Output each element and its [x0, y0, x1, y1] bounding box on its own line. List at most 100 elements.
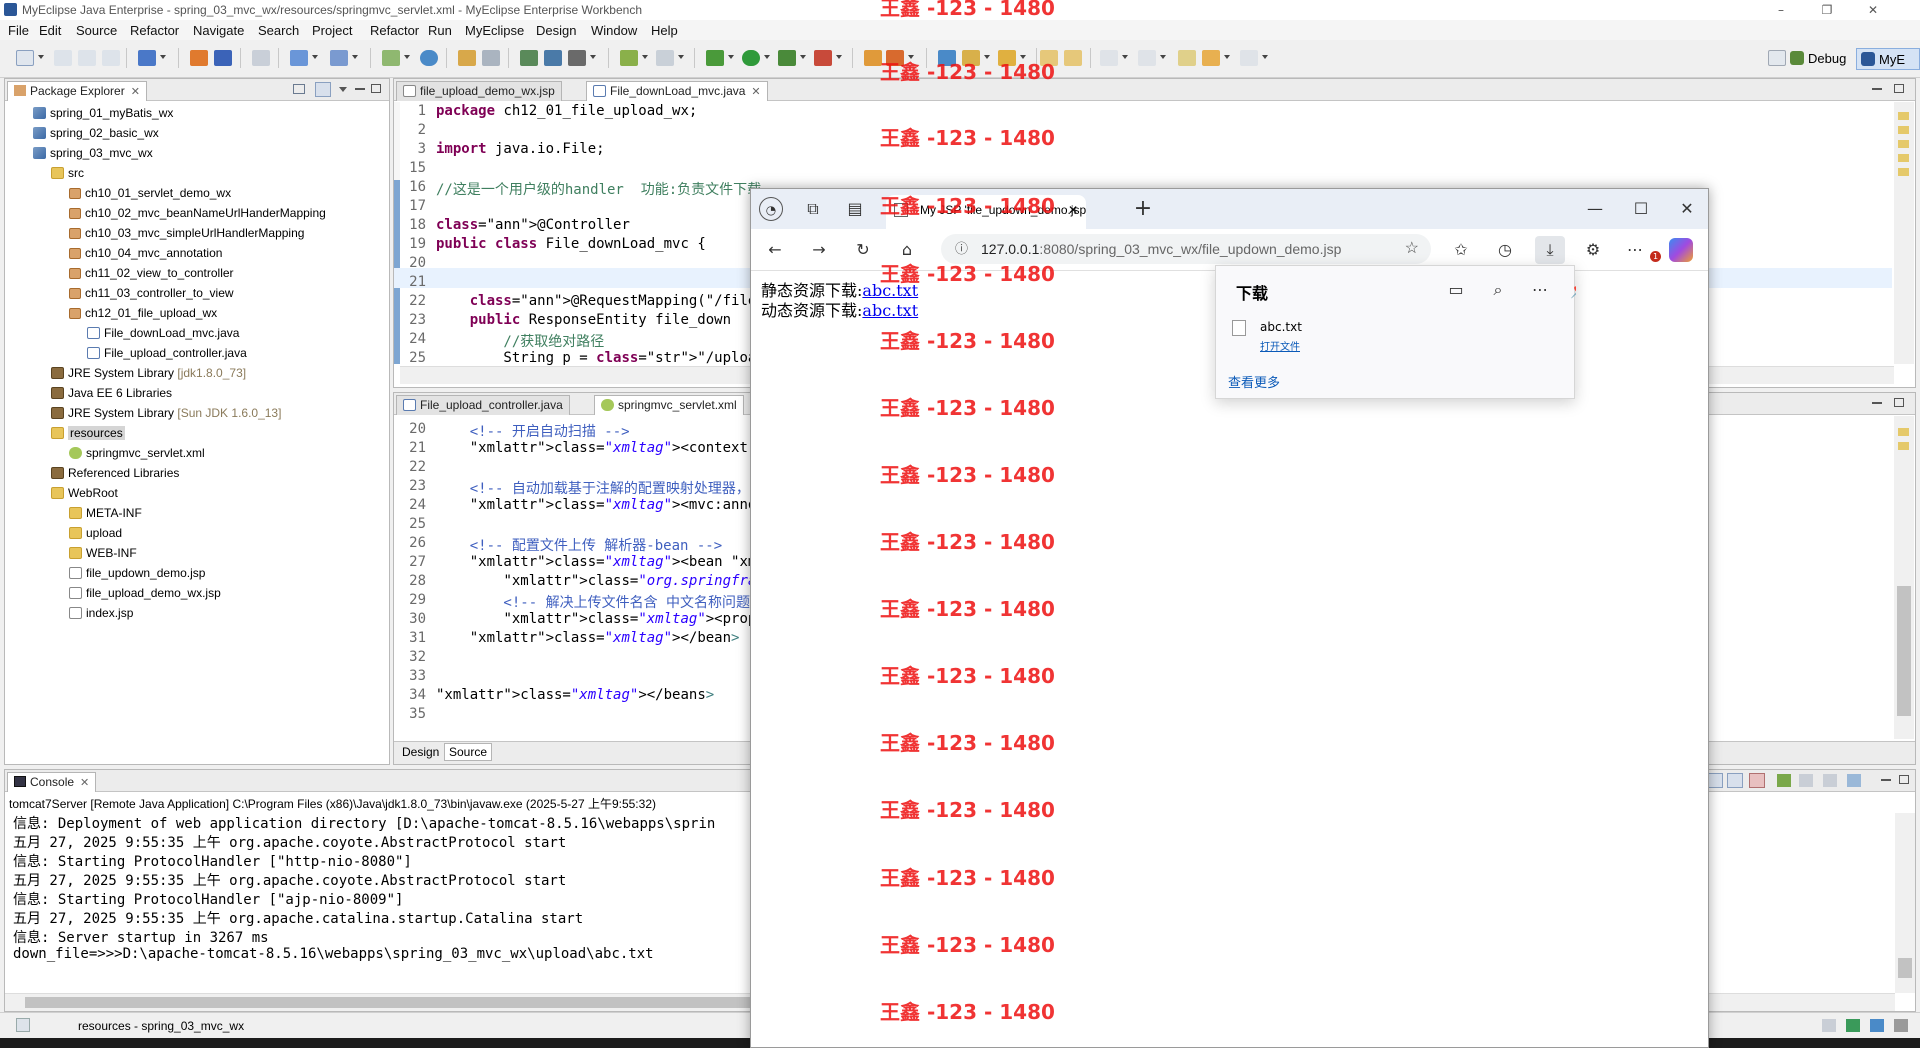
minimize-editor-icon[interactable]: [1872, 88, 1882, 90]
fast-view-icon[interactable]: [16, 1018, 30, 1032]
code-line[interactable]: 2: [400, 122, 1890, 141]
copilot-icon[interactable]: [1669, 238, 1693, 262]
warning-marker-icon[interactable]: [1898, 154, 1909, 162]
menu-file[interactable]: File: [8, 23, 29, 38]
tree-item[interactable]: file_updown_demo.jsp: [59, 563, 205, 583]
status-green-icon[interactable]: [1846, 1019, 1860, 1032]
new-tab-button[interactable]: +: [1131, 197, 1155, 221]
menu-project[interactable]: Project: [312, 23, 352, 38]
palette-icon[interactable]: [938, 50, 956, 66]
see-more-link[interactable]: 查看更多: [1228, 372, 1280, 391]
word-wrap-icon[interactable]: [1727, 773, 1743, 788]
browser-icon[interactable]: [420, 50, 438, 66]
downloads-icon[interactable]: ⤓: [1535, 236, 1565, 264]
menu-help[interactable]: Help: [651, 23, 678, 38]
debug-icon[interactable]: [620, 50, 638, 66]
back-icon[interactable]: [1178, 50, 1196, 66]
download-file-name[interactable]: abc.txt: [1260, 320, 1302, 334]
clear-console-icon[interactable]: [1749, 773, 1765, 788]
run-external-icon[interactable]: [778, 50, 796, 66]
warning-marker-icon[interactable]: [1898, 112, 1909, 120]
tree-item[interactable]: spring_02_basic_wx: [23, 123, 159, 143]
restore-button[interactable]: ❐: [1804, 0, 1850, 20]
menu-edit[interactable]: Edit: [39, 23, 61, 38]
annotation-prev-icon[interactable]: [1064, 50, 1082, 66]
menu-design[interactable]: Design: [536, 23, 576, 38]
close-icon[interactable]: ✕: [80, 777, 89, 789]
scroll-thumb[interactable]: [1898, 958, 1912, 978]
java-editor-vertical-scrollbar[interactable]: [1894, 102, 1914, 364]
warning-marker-icon[interactable]: [1898, 140, 1909, 148]
menu-refactor-2[interactable]: Refactor: [370, 23, 419, 38]
new-project-icon[interactable]: [138, 50, 156, 66]
new-web-project-icon[interactable]: [382, 50, 400, 66]
browser-tab[interactable]: My JSP 'file_updown_demo.jsp' st ✕: [886, 195, 1086, 229]
display-console-icon[interactable]: [1799, 774, 1813, 787]
back-icon[interactable]: ←: [763, 238, 787, 262]
menu-refactor[interactable]: Refactor: [130, 23, 179, 38]
coverage-icon[interactable]: [814, 50, 832, 66]
more-icon[interactable]: ⋯: [1528, 278, 1552, 302]
warning-marker-icon[interactable]: [1898, 126, 1909, 134]
maximize-view-icon[interactable]: [1899, 775, 1909, 784]
status-grey-icon[interactable]: [1894, 1019, 1908, 1032]
tree-item[interactable]: JRE System Library [jdk1.8.0_73]: [41, 363, 246, 383]
tree-item[interactable]: spring_01_myBatis_wx: [23, 103, 173, 123]
tree-item[interactable]: Java EE 6 Libraries: [41, 383, 172, 403]
tree-item[interactable]: WebRoot: [41, 483, 118, 503]
refresh-icon[interactable]: ↻: [851, 238, 875, 262]
run-icon[interactable]: [742, 50, 760, 66]
open-file-link[interactable]: 打开文件: [1260, 338, 1300, 353]
tree-item[interactable]: ch12_01_file_upload_wx: [59, 303, 217, 323]
tab-package-explorer[interactable]: Package Explorer ✕: [7, 81, 147, 101]
tree-item[interactable]: ch11_03_controller_to_view: [59, 283, 234, 303]
open-type-icon[interactable]: [190, 50, 208, 66]
scroll-lock-icon[interactable]: [1707, 773, 1723, 788]
maximize-editor-icon[interactable]: [1894, 398, 1904, 407]
run-server-icon[interactable]: [330, 50, 348, 66]
tree-item[interactable]: ch10_04_mvc_annotation: [59, 243, 222, 263]
tab-file-upload-controller-java[interactable]: File_upload_controller.java: [396, 395, 570, 415]
minimize-editor-icon[interactable]: [1872, 402, 1882, 404]
annotation-next-icon[interactable]: [1040, 50, 1058, 66]
open-folder-icon[interactable]: ▭: [1444, 278, 1468, 302]
tab-design[interactable]: Design: [398, 744, 443, 760]
pin-console-icon[interactable]: [1777, 774, 1791, 787]
profile-icon[interactable]: ◔: [759, 197, 783, 221]
close-icon[interactable]: ✕: [751, 86, 760, 98]
extensions-icon[interactable]: ⚙: [1581, 238, 1605, 262]
search-tool-icon[interactable]: [998, 50, 1016, 66]
tree-item[interactable]: spring_03_mvc_wx: [23, 143, 153, 163]
perspective-myeclipse[interactable]: MyE: [1856, 48, 1920, 70]
print-icon[interactable]: [102, 50, 120, 66]
web-designer-icon[interactable]: [458, 50, 476, 66]
console-vertical-scrollbar[interactable]: [1895, 813, 1915, 993]
browser-close-button[interactable]: ✕: [1675, 197, 1699, 221]
minimize-button[interactable]: –: [1758, 0, 1804, 20]
tree-item[interactable]: file_upload_demo_wx.jsp: [59, 583, 221, 603]
tab-file-upload-demo-jsp[interactable]: file_upload_demo_wx.jsp: [396, 81, 562, 101]
tab-source[interactable]: Source: [444, 743, 493, 761]
warning-marker-icon[interactable]: [1898, 168, 1909, 176]
browser-minimize-button[interactable]: —: [1583, 197, 1607, 221]
report-icon[interactable]: [886, 50, 904, 66]
tab-console[interactable]: Console ✕: [7, 772, 97, 792]
open-perspective-icon[interactable]: [1768, 50, 1786, 66]
forward-icon[interactable]: [1240, 50, 1258, 66]
task-icon[interactable]: [864, 50, 882, 66]
open-console-icon[interactable]: [1823, 774, 1837, 787]
minimize-view-icon[interactable]: [355, 88, 365, 90]
more-options-icon[interactable]: ⋯: [1623, 238, 1647, 262]
tab-file-download-mvc-java[interactable]: File_downLoad_mvc.java ✕: [586, 81, 768, 101]
close-button[interactable]: ✕: [1850, 0, 1896, 20]
debug-run-icon[interactable]: [706, 50, 724, 66]
tree-item[interactable]: ch10_02_mvc_beanNameUrlHanderMapping: [59, 203, 326, 223]
minimize-view-icon[interactable]: [1881, 779, 1891, 781]
browser-maximize-button[interactable]: ☐: [1629, 197, 1653, 221]
maximize-editor-icon[interactable]: [1894, 84, 1904, 93]
link-with-editor-icon[interactable]: [315, 82, 331, 97]
tree-item[interactable]: ch10_03_mvc_simpleUrlHandlerMapping: [59, 223, 304, 243]
deploy-2-icon[interactable]: [568, 50, 586, 66]
database-icon[interactable]: [520, 50, 538, 66]
close-tab-icon[interactable]: ✕: [1068, 195, 1078, 225]
